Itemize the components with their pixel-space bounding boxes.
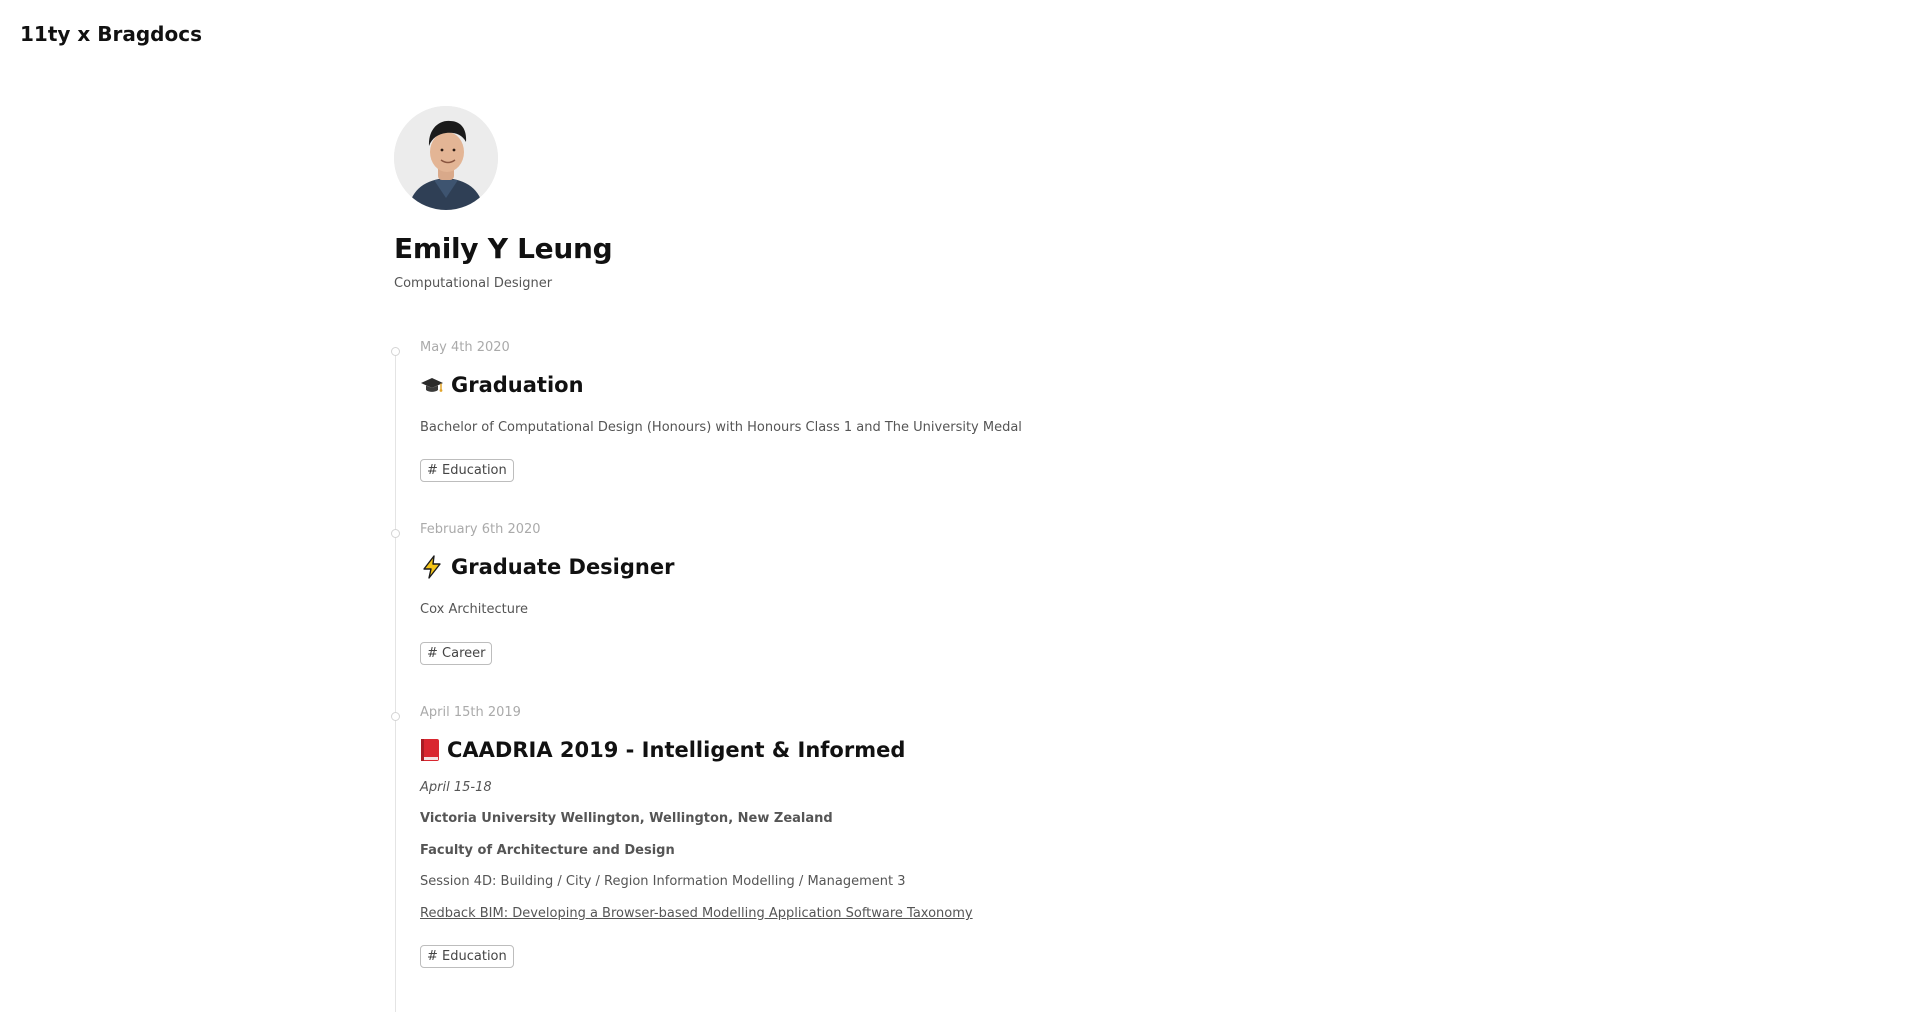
timeline-line (395, 352, 396, 1012)
profile-name: Emily Y Leung (394, 232, 613, 265)
entry-title-text: CAADRIA 2019 - Intelligent & Informed (447, 738, 906, 762)
avatar (394, 106, 498, 210)
entry-date: February 6th 2020 (420, 522, 541, 537)
entry-title: Graduation (420, 373, 584, 397)
entry-description: Cox Architecture (420, 602, 529, 617)
entry-date: April 15th 2019 (420, 705, 521, 720)
lightning-icon (420, 555, 444, 579)
event-session: Session 4D: Building / City / Region Inf… (420, 874, 906, 889)
tag-education[interactable]: # Education (420, 459, 514, 482)
event-faculty: Faculty of Architecture and Design (420, 843, 675, 858)
site-title[interactable]: 11ty x Bragdocs (20, 22, 202, 46)
entry-title: CAADRIA 2019 - Intelligent & Informed (420, 738, 905, 762)
profile-section: Emily Y Leung Computational Designer (394, 106, 613, 291)
event-venue: Victoria University Wellington, Wellingt… (420, 811, 833, 826)
graduation-cap-icon (420, 373, 444, 397)
avatar-photo (394, 106, 498, 210)
entry-title: Graduate Designer (420, 555, 674, 579)
tag-education[interactable]: # Education (420, 945, 514, 968)
entry-description: Bachelor of Computational Design (Honour… (420, 420, 1022, 435)
brag-timeline: May 4th 2020 Graduation Bachelor of Comp… (391, 340, 1294, 1012)
entry-date: May 4th 2020 (420, 340, 510, 355)
paper-link[interactable]: Redback BIM: Developing a Browser-based … (420, 906, 973, 921)
timeline-dot (391, 712, 400, 721)
profile-role: Computational Designer (394, 276, 553, 291)
tag-career[interactable]: # Career (420, 642, 493, 665)
red-book-icon (420, 738, 440, 762)
event-dates: April 15-18 (420, 780, 492, 795)
timeline-dot (391, 529, 400, 538)
entry-title-text: Graduation (451, 373, 584, 397)
timeline-dot (391, 347, 400, 356)
entry-title-text: Graduate Designer (451, 555, 675, 579)
